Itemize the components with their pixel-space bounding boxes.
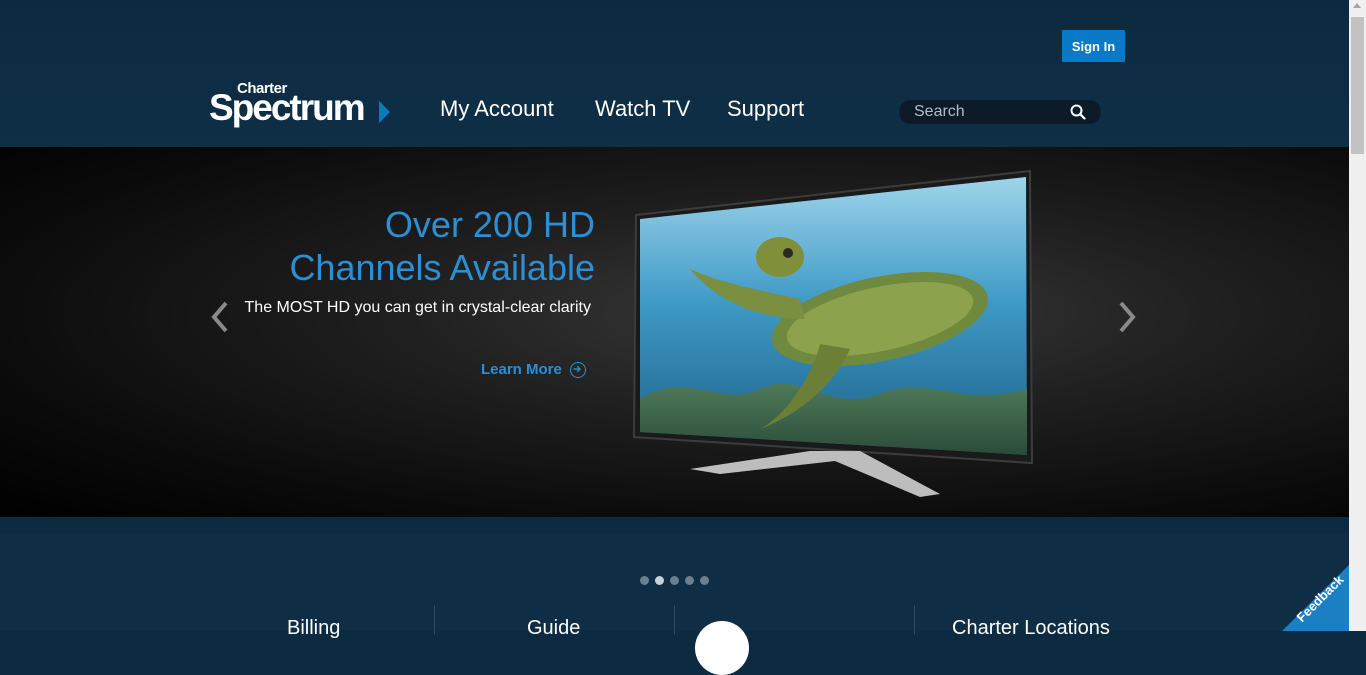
quick-links-section: Billing Guide Charter Locations [0,533,1349,675]
sign-in-button[interactable]: Sign In [1062,30,1125,62]
feedback-tab[interactable]: Feedback [1282,565,1349,631]
learn-more-link[interactable]: Learn More [481,361,586,378]
search-input[interactable] [912,102,1066,122]
page-scrollbar[interactable] [1349,0,1366,631]
chevron-right-icon[interactable] [1111,297,1141,337]
carousel-dot-4[interactable] [685,576,694,585]
nav-watch-tv[interactable]: Watch TV [595,96,690,122]
carousel-dots [640,576,709,585]
search-icon[interactable] [1070,104,1086,120]
hero-bottom-strip [0,517,1349,533]
quick-link-charter-locations[interactable]: Charter Locations [952,617,1110,640]
scrollbar-thumb[interactable] [1351,17,1364,154]
tv-image [632,169,1034,497]
hero-title: Over 200 HD Channels Available [175,203,595,289]
carousel-dot-5[interactable] [700,576,709,585]
carousel-dot-2[interactable] [655,576,664,585]
nav-support[interactable]: Support [727,96,804,122]
hero-carousel: Over 200 HD Channels Available The MOST … [0,147,1349,517]
nav-my-account[interactable]: My Account [440,96,554,122]
learn-more-label: Learn More [481,361,562,378]
arrow-circle-icon [569,361,586,378]
hero-title-line2: Channels Available [289,247,595,288]
scroll-up-arrow-icon[interactable] [1353,3,1361,8]
logo-arrow-icon [379,101,390,123]
spectrum-logo[interactable]: Charter Spectrum [209,80,394,130]
hero-subtitle: The MOST HD you can get in crystal-clear… [244,299,591,316]
quick-link-billing[interactable]: Billing [287,617,340,640]
site-header: Sign In Charter Spectrum My Account Watc… [0,0,1349,147]
hero-title-line1: Over 200 HD [384,204,595,245]
circle-icon[interactable] [695,621,749,675]
carousel-dot-3[interactable] [670,576,679,585]
quick-link-guide[interactable]: Guide [527,617,580,640]
logo-spectrum-text: Spectrum [209,87,366,128]
search-box [899,100,1101,124]
carousel-dot-1[interactable] [640,576,649,585]
